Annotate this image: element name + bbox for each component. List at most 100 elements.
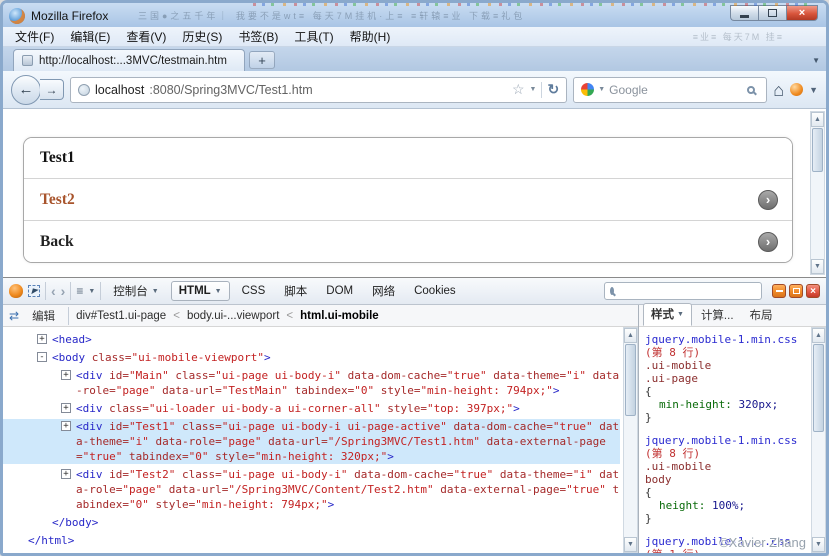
panel-list-icon[interactable]: ≡: [76, 284, 83, 298]
tree-scrollbar[interactable]: ▲ ▼: [623, 327, 638, 553]
tab-computed[interactable]: 计算...: [694, 305, 741, 326]
history-forward-icon[interactable]: ›: [61, 283, 66, 299]
back-button[interactable]: ←: [11, 75, 41, 105]
title-bar[interactable]: Mozilla Firefox 三国●之五千年｜ 我要不是wt≡ 每天7M挂机·…: [3, 3, 826, 27]
breadcrumb-item-html[interactable]: html.ui-mobile: [300, 310, 379, 322]
menu-item-help[interactable]: 帮助(H): [342, 27, 399, 46]
fb-tab-css[interactable]: CSS: [235, 282, 273, 300]
tree-node[interactable]: +<head>: [3, 332, 620, 347]
search-icon[interactable]: [747, 86, 755, 94]
collapse-icon[interactable]: -: [37, 352, 47, 362]
menu-item-bookmarks[interactable]: 书签(B): [230, 27, 286, 46]
page-favicon-icon: [22, 55, 33, 66]
tree-node[interactable]: +<div class="ui-loader ui-body-a ui-corn…: [3, 401, 620, 416]
fb-tab-html[interactable]: HTML ▼: [171, 281, 230, 301]
tab-layout[interactable]: 布局: [743, 305, 780, 326]
style-scrollbar[interactable]: ▲ ▼: [811, 327, 826, 553]
css-source-link[interactable]: jquery.mobile-1.min.css (第 8 行): [645, 333, 809, 359]
reload-button[interactable]: ↻: [547, 81, 559, 98]
css-property[interactable]: height: 100%;: [645, 499, 809, 512]
search-engine-dropdown-icon[interactable]: ▼: [598, 86, 605, 93]
url-host: localhost: [95, 83, 144, 97]
tree-node[interactable]: +<div id="Test2" class="ui-page ui-body-…: [3, 467, 620, 512]
bookmark-star-icon[interactable]: ☆: [512, 81, 525, 98]
breadcrumb-item-selected[interactable]: div#Test1.ui-page: [76, 310, 166, 322]
minimize-button[interactable]: [730, 5, 758, 21]
side-panel-tabs: 样式 ▼ 计算... 布局: [639, 305, 826, 327]
home-button[interactable]: ⌂: [773, 81, 784, 99]
expand-icon[interactable]: +: [37, 334, 47, 344]
scroll-up-button[interactable]: ▲: [812, 328, 825, 343]
list-all-tabs-icon[interactable]: ▼: [812, 56, 820, 65]
firebug-search-input[interactable]: [618, 285, 760, 297]
menu-item-history[interactable]: 历史(S): [174, 27, 230, 46]
browser-tab[interactable]: http://localhost:...3MVC/testmain.htm: [13, 49, 245, 71]
scroll-thumb[interactable]: [625, 344, 636, 416]
site-identity-icon[interactable]: [78, 84, 90, 96]
dropdown-caret-icon[interactable]: ▼: [88, 288, 95, 295]
list-item-label[interactable]: Back: [40, 233, 74, 251]
tree-node[interactable]: +<div id="Test1" class="ui-page ui-body-…: [3, 419, 620, 464]
fb-tab-cookies[interactable]: Cookies: [407, 282, 463, 300]
menu-item-edit[interactable]: 编辑(E): [62, 27, 118, 46]
css-rule: jquery.mobile-1.min.css (第 8 行).ui-mobil…: [645, 333, 809, 424]
new-tab-button[interactable]: +: [249, 51, 275, 69]
css-source-link[interactable]: jquery.mobile-1.min.css (第 8 行): [645, 434, 809, 460]
scroll-up-button[interactable]: ▲: [624, 328, 637, 343]
list-item[interactable]: Test2 ›: [24, 178, 792, 220]
edit-button[interactable]: 编辑: [26, 307, 61, 325]
scroll-down-button[interactable]: ▼: [811, 259, 824, 274]
firebug-close-button[interactable]: ×: [806, 284, 820, 298]
divider: [70, 282, 71, 300]
toolbar-overflow-icon[interactable]: ▼: [809, 85, 818, 95]
addon-icon[interactable]: [790, 83, 803, 96]
maximize-button[interactable]: [758, 5, 786, 21]
page-scrollbar[interactable]: ▲ ▼: [810, 111, 825, 275]
tab-title: http://localhost:...3MVC/testmain.htm: [39, 55, 227, 67]
firebug-minimize-button[interactable]: [772, 284, 786, 298]
tab-style[interactable]: 样式 ▼: [643, 303, 692, 326]
forward-button[interactable]: →: [40, 79, 64, 100]
expand-icon[interactable]: +: [61, 403, 71, 413]
css-selector[interactable]: .ui-page: [645, 372, 809, 385]
chevron-right-icon: ›: [758, 232, 778, 252]
side-panel-toggle-icon[interactable]: ⇄: [9, 309, 19, 323]
menu-item-view[interactable]: 查看(V): [118, 27, 174, 46]
fb-tab-dom[interactable]: DOM: [319, 282, 360, 300]
css-selector[interactable]: .ui-mobile: [645, 460, 809, 473]
scroll-down-button[interactable]: ▼: [624, 537, 637, 552]
scroll-thumb[interactable]: [813, 344, 824, 432]
scroll-down-button[interactable]: ▼: [812, 537, 825, 552]
scroll-up-button[interactable]: ▲: [811, 112, 824, 127]
inspect-element-icon[interactable]: [28, 285, 40, 297]
expand-icon[interactable]: +: [61, 370, 71, 380]
fb-tab-script[interactable]: 脚本: [277, 280, 314, 302]
fb-tab-net[interactable]: 网络: [365, 280, 402, 302]
search-bar[interactable]: ▼ Google: [573, 77, 767, 103]
list-item-label[interactable]: Test2: [40, 191, 75, 209]
url-bar[interactable]: localhost :8080/Spring3MVC/Test1.htm ☆ ▼…: [70, 77, 567, 103]
css-property[interactable]: min-height: 320px;: [645, 398, 809, 411]
css-selector[interactable]: body: [645, 473, 809, 486]
url-dropdown-icon[interactable]: ▼: [530, 86, 537, 93]
list-item[interactable]: Back ›: [24, 220, 792, 262]
html-tree: +<head> -<body class="ui-mobile-viewport"…: [3, 327, 623, 553]
menu-item-file[interactable]: 文件(F): [7, 27, 62, 46]
google-logo-icon[interactable]: [581, 83, 594, 96]
tree-node[interactable]: </html>: [3, 533, 620, 548]
close-button[interactable]: ×: [786, 5, 818, 21]
tree-node[interactable]: +<div id="Main" class="ui-page ui-body-i…: [3, 368, 620, 398]
breadcrumb-item-body[interactable]: body.ui-...viewport: [187, 310, 279, 322]
expand-icon[interactable]: +: [61, 421, 71, 431]
tree-node[interactable]: </body>: [3, 515, 620, 530]
css-selector[interactable]: .ui-mobile: [645, 359, 809, 372]
firebug-search-box[interactable]: [604, 282, 762, 300]
tree-node[interactable]: -<body class="ui-mobile-viewport">: [3, 350, 620, 365]
expand-icon[interactable]: +: [61, 469, 71, 479]
firebug-icon[interactable]: [9, 284, 23, 298]
history-back-icon[interactable]: ‹: [51, 283, 56, 299]
scroll-thumb[interactable]: [812, 128, 823, 172]
firebug-detach-button[interactable]: [789, 284, 803, 298]
fb-tab-console[interactable]: 控制台 ▼: [106, 280, 165, 302]
menu-item-tools[interactable]: 工具(T): [286, 27, 341, 46]
